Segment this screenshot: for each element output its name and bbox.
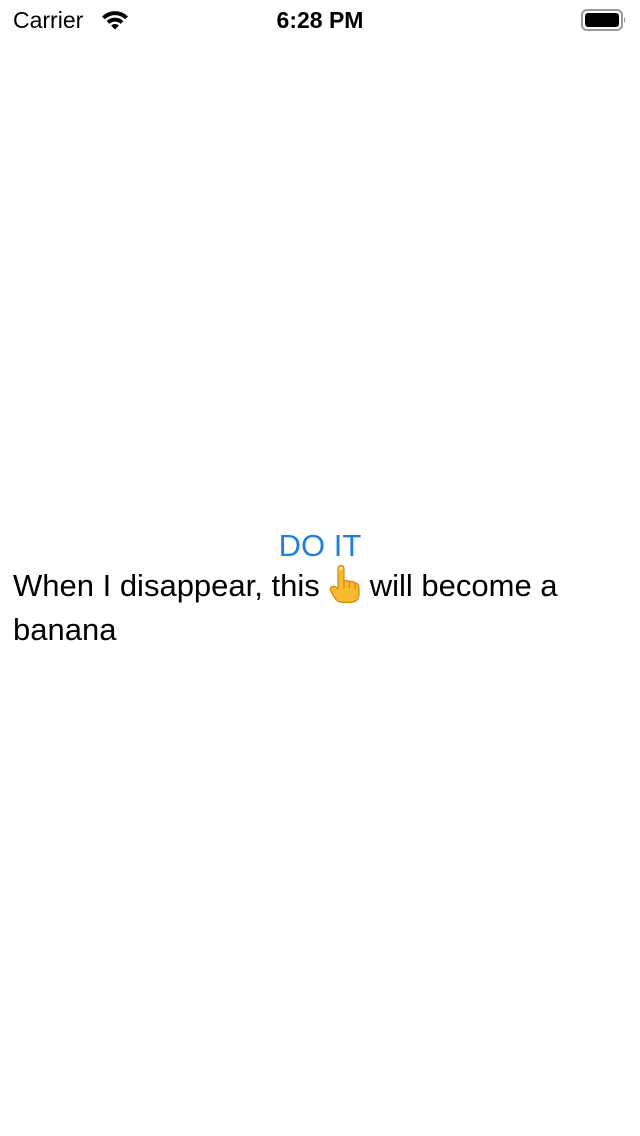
app-screen: Carrier 6:28 PM DO IT When I disappear, … xyxy=(0,0,640,1136)
battery-icon xyxy=(581,9,626,31)
message-label: When I disappear, this will become a ban… xyxy=(13,564,629,652)
do-it-button[interactable]: DO IT xyxy=(0,525,640,567)
message-text-before: When I disappear, this xyxy=(13,568,320,603)
status-time: 6:28 PM xyxy=(276,7,364,33)
status-bar: Carrier 6:28 PM xyxy=(0,0,640,40)
pointing-up-hand-icon xyxy=(329,564,360,604)
